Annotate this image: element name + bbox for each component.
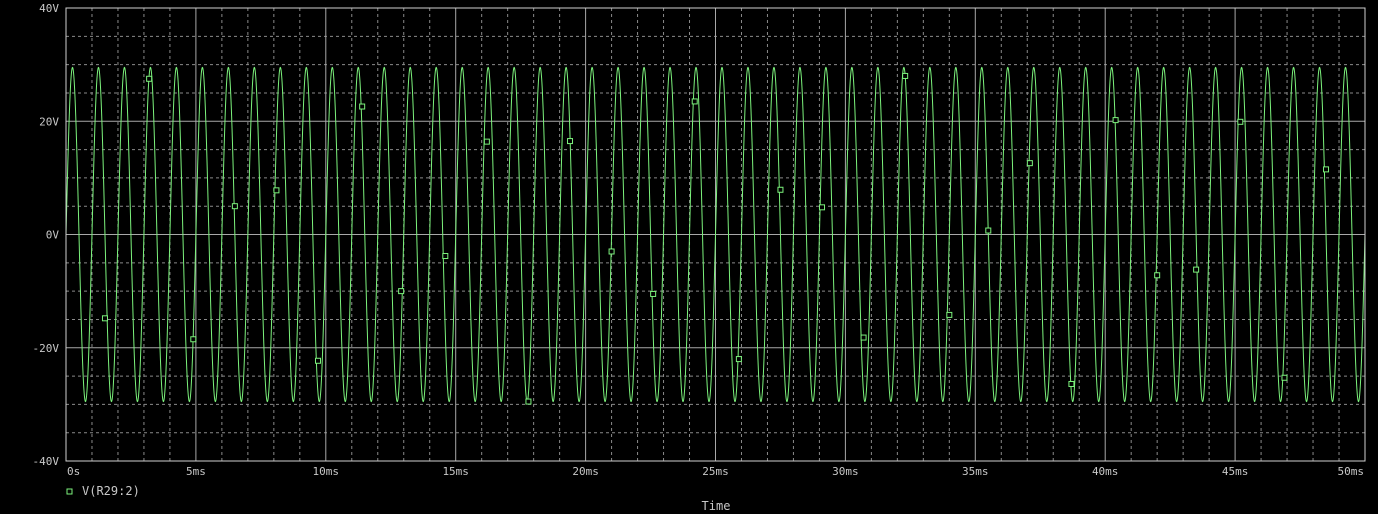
y-tick-label: 20V [39,115,59,128]
series-marker [860,334,867,341]
series-marker [902,72,909,79]
series-marker [190,336,197,343]
x-tick-label: 25ms [702,465,729,478]
x-tick-label: 40ms [1092,465,1119,478]
series-marker [946,311,953,318]
x-tick-label: 10ms [313,465,340,478]
series-marker [567,138,574,145]
series-marker [691,98,698,105]
x-tick-label: 0s [67,465,80,478]
y-tick-label: -40V [33,455,60,468]
series-marker [735,356,742,363]
series-marker [650,290,657,297]
series-marker [273,187,280,194]
series-marker [101,315,108,322]
y-tick-labels: -40V -20V 0V 20V 40V [33,2,60,468]
series-marker [608,248,615,255]
y-tick-label: 0V [46,229,60,242]
series-marker [1323,166,1330,173]
x-tick-label: 50ms [1338,465,1365,478]
series-marker [1112,117,1119,124]
x-tick-label: 30ms [832,465,859,478]
series-marker [442,253,449,260]
y-tick-label: -20V [33,342,60,355]
series-marker [525,398,532,405]
x-tick-label: 20ms [572,465,599,478]
series-marker [1026,160,1033,167]
series-marker [1281,374,1288,381]
y-tick-label: 40V [39,2,59,15]
waveform-chart: 0s 5ms 10ms 15ms 20ms 25ms 30ms 35ms 40ms 45ms 50m… [33,2,1366,513]
series-marker [483,138,490,145]
x-tick-label: 35ms [962,465,989,478]
x-tick-label: 5ms [186,465,206,478]
series-marker [398,288,405,295]
x-tick-label: 45ms [1222,465,1249,478]
x-tick-labels: 0s 5ms 10ms 15ms 20ms 25ms 30ms 35ms 40ms 45ms 50m… [67,465,1364,478]
series-marker [231,203,238,210]
series-marker [315,357,322,364]
series-marker [146,75,153,82]
series-marker [819,204,826,211]
series-marker [359,103,366,110]
legend-series-label: V(R29:2) [82,484,140,498]
series-marker [985,227,992,234]
series-marker [1154,272,1161,279]
series-marker [1193,266,1200,273]
series-marker [1237,118,1244,125]
legend-marker-icon [66,488,73,495]
series-marker [777,186,784,193]
x-tick-label: 15ms [442,465,469,478]
x-axis-label: Time [702,499,731,513]
series-marker [1068,380,1075,387]
legend: V(R29:2) [66,484,140,498]
